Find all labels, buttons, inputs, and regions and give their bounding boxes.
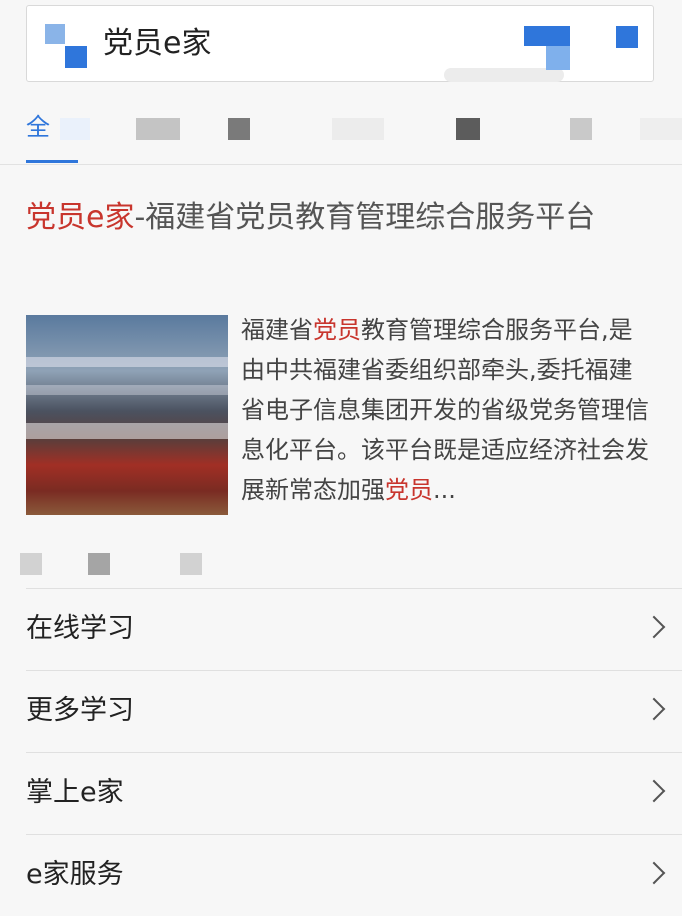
tab-all[interactable]: 全 [26, 112, 50, 142]
sitelinks-list: 在线学习 更多学习 掌上e家 e家服务 [26, 588, 682, 916]
tab-active-indicator [26, 160, 78, 163]
action-icon[interactable] [524, 26, 570, 46]
sitelink-label: 掌上e家 [26, 777, 124, 808]
chevron-right-icon [642, 861, 666, 885]
search-bar[interactable]: 党员e家 [26, 5, 654, 82]
blurred-region [20, 553, 42, 575]
thumb-detail [26, 385, 228, 395]
header-action-icons[interactable] [444, 24, 642, 82]
thumb-detail [26, 423, 228, 439]
blurred-region [444, 68, 564, 82]
result-title-text: -福建省党员教育管理综合服务平台 [134, 200, 596, 235]
sitelink-more-study[interactable]: 更多学习 [26, 670, 682, 752]
blurred-region [88, 553, 110, 575]
result-title-link[interactable]: 党员e家-福建省党员教育管理综合服务平台 [26, 194, 656, 242]
tab-blurred[interactable] [136, 118, 180, 140]
tab-blurred[interactable] [228, 118, 250, 140]
tab-blurred[interactable] [570, 118, 592, 140]
meeting-photo-thumbnail[interactable] [26, 315, 228, 515]
result-title-highlight: 党员e家 [26, 200, 135, 235]
tab-blurred[interactable] [456, 118, 480, 140]
snippet-ellipsis: ... [433, 476, 456, 504]
sitelink-label: e家服务 [26, 859, 124, 890]
snippet-text: 福建省 [241, 316, 313, 344]
blurred-region [180, 553, 202, 575]
snippet-highlight: 党员 [385, 476, 433, 504]
action-icon[interactable] [546, 46, 570, 70]
search-engine-logo-icon[interactable] [45, 24, 89, 68]
sitelink-label: 在线学习 [26, 613, 134, 644]
search-tabs: 全 [0, 98, 682, 165]
thumb-detail [26, 357, 228, 367]
result-snippet: 福建省党员教育管理综合服务平台,是由中共福建省委组织部牵头,委托福建省电子信息集… [241, 310, 656, 510]
sitelink-mobile-ejia[interactable]: 掌上e家 [26, 752, 682, 834]
logo-square [45, 24, 65, 44]
chevron-right-icon [642, 615, 666, 639]
sitelink-ejia-service[interactable]: e家服务 [26, 834, 682, 916]
result-meta [20, 553, 230, 579]
chevron-right-icon [642, 697, 666, 721]
sitelink-label: 更多学习 [26, 695, 134, 726]
tab-blurred[interactable] [640, 118, 682, 140]
tab-blurred[interactable] [332, 118, 384, 140]
chevron-right-icon [642, 779, 666, 803]
search-input[interactable]: 党员e家 [103, 26, 211, 62]
snippet-highlight: 党员 [313, 316, 361, 344]
action-icon[interactable] [616, 26, 638, 48]
logo-square [65, 46, 87, 68]
tab-blurred[interactable] [60, 118, 90, 140]
sitelink-online-study[interactable]: 在线学习 [26, 588, 682, 670]
